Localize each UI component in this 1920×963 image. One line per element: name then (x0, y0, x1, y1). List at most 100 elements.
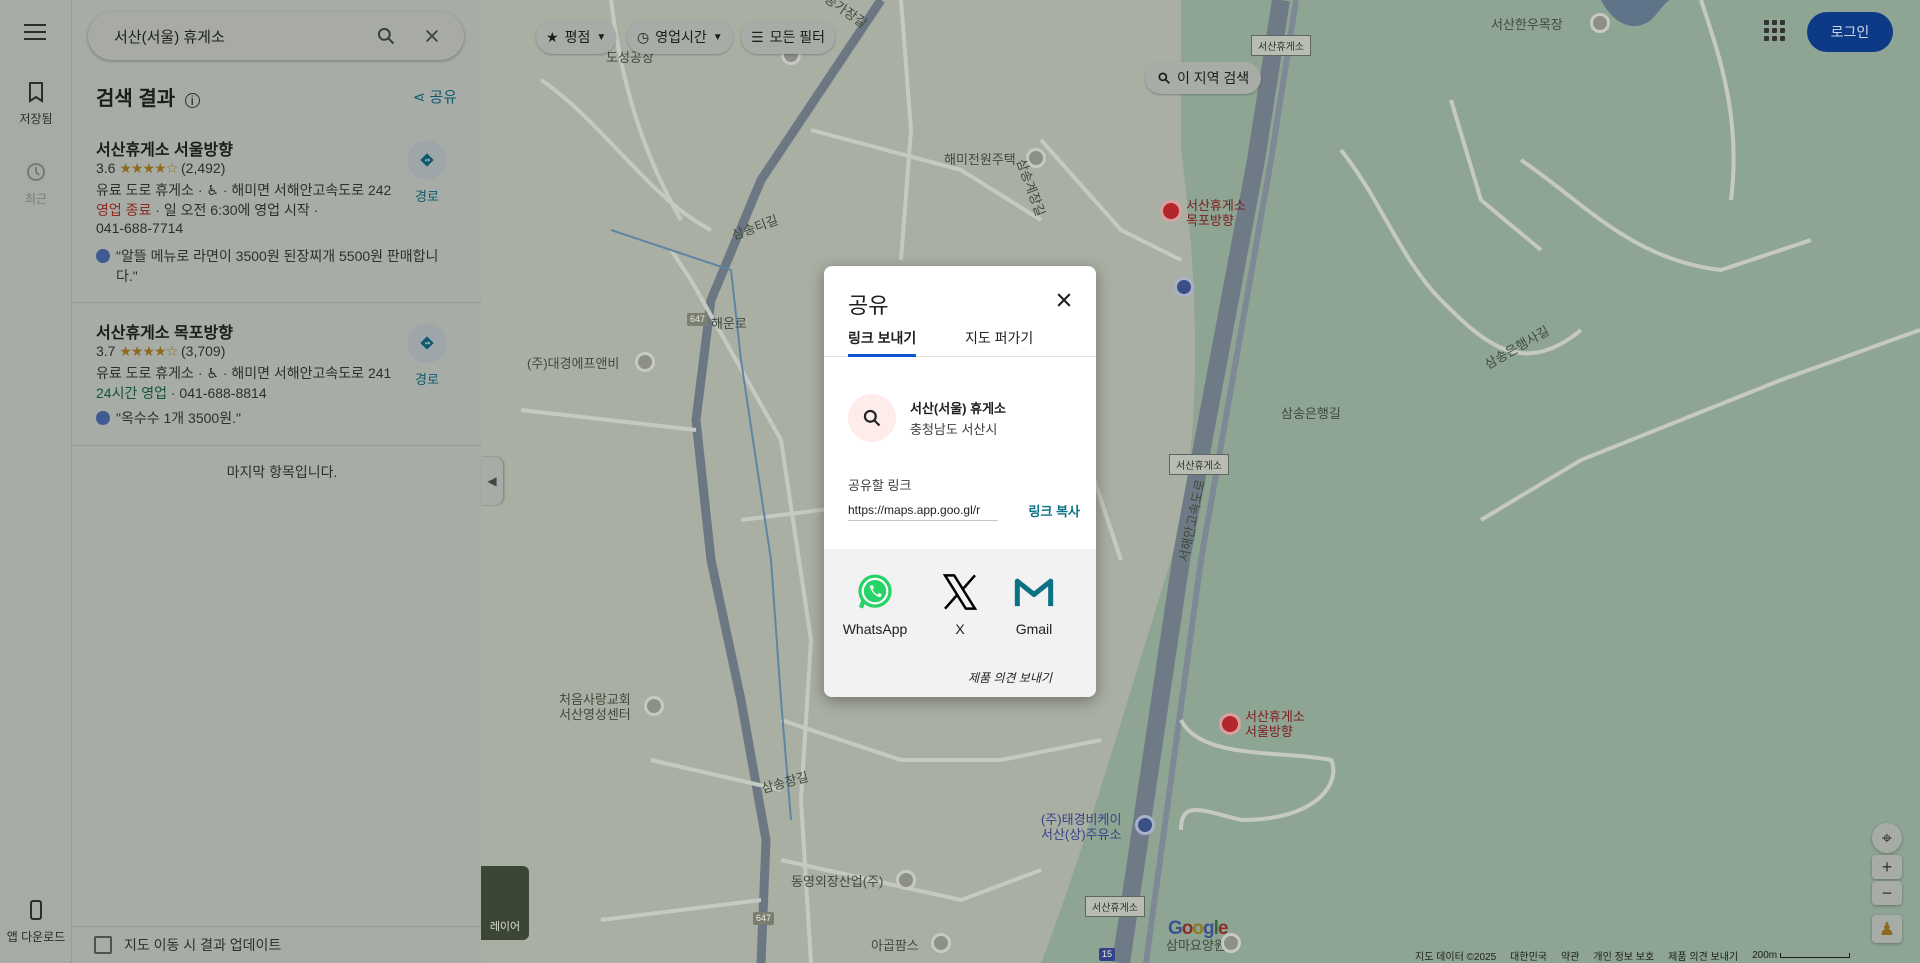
rating-filter-chip[interactable]: ★ 평점 ▼ (536, 20, 617, 54)
map-label-haemi-jeonwon: 해미전원주택 (944, 152, 1016, 167)
update-on-move-row[interactable]: 지도 이동 시 결과 업데이트 (72, 926, 481, 963)
poi-taegyeong[interactable] (1135, 815, 1155, 835)
x-label: X (955, 621, 965, 637)
hours-detail: · 041-688-8814 (166, 385, 267, 401)
pin-rest-seoul[interactable] (1219, 713, 1241, 735)
close-icon (426, 30, 438, 42)
map-label-samma: 삼마요양원 (1166, 938, 1226, 953)
share-results-button[interactable]: ⋖ 공유 (413, 86, 457, 107)
tab-embed-map[interactable]: 지도 퍼가기 (965, 328, 1033, 357)
rail-recent[interactable]: 최근 (0, 160, 72, 207)
footer-feedback[interactable]: 제품 의견 보내기 (1668, 948, 1738, 963)
shared-place-name: 서산(서울) 휴게소 (910, 401, 1006, 416)
bookmark-icon (29, 82, 43, 103)
share-whatsapp-button[interactable]: WhatsApp (840, 569, 910, 637)
layers-button[interactable]: 레이어 (481, 866, 529, 940)
poi-gas-station[interactable] (1174, 277, 1194, 297)
result-item[interactable]: 서산휴게소 서울방향 3.6 ★★★★☆ (2,492) 유료 도로 휴게소 ·… (72, 120, 481, 303)
tune-icon: ☰ (751, 28, 764, 45)
search-this-area-label: 이 지역 검색 (1177, 70, 1250, 86)
zoom-in-button[interactable]: + (1872, 855, 1902, 879)
poi-daegyeong[interactable] (635, 352, 655, 372)
zoom-out-button[interactable]: − (1872, 881, 1902, 905)
poi-dongyeong[interactable] (896, 870, 916, 890)
footer-country[interactable]: 대한민국 (1510, 948, 1547, 963)
result-rating: 3.7 ★★★★☆ (3,709) (96, 343, 225, 360)
hours-filter-chip[interactable]: ◷ 영업시간 ▼ (627, 20, 733, 54)
google-apps-icon[interactable] (1762, 18, 1786, 42)
star-icon: ★ (546, 28, 559, 45)
footer-map-data: 지도 데이터 ©2025 (1415, 952, 1497, 963)
share-link-label: 공유할 링크 (848, 478, 912, 493)
review-text: "옥수수 1개 3500원." (116, 410, 241, 426)
poi-seosan-hanwoo[interactable] (1590, 13, 1610, 33)
review-text: "알뜰 메뉴로 라면이 3500원 된장찌개 5500원 판매합니다." (116, 248, 439, 284)
map-label-rest-mokpo: 서산휴게소 목포방향 (1186, 198, 1246, 228)
rating-value: 3.6 (96, 160, 116, 176)
all-filters-label: 모든 필터 (769, 29, 825, 45)
rail-download-app[interactable]: 앱 다운로드 (0, 898, 72, 945)
avatar (96, 249, 110, 263)
caret-down-icon: ▼ (712, 31, 723, 43)
map-canvas[interactable]: 도성공장 해미전원주택 (주)대경에프앤비 처음사랑교회 서산영성센터 동영외장… (481, 0, 1920, 963)
gmail-icon (1011, 569, 1057, 615)
phone-icon (30, 900, 42, 920)
my-location-button[interactable]: ⌖ (1872, 823, 1902, 853)
dialog-feedback-link[interactable]: 제품 의견 보내기 (968, 669, 1052, 686)
result-hours: 24시간 영업 · 041-688-8814 (96, 383, 267, 403)
update-on-move-checkbox[interactable] (94, 936, 112, 954)
rail-recent-label: 최근 (24, 192, 48, 206)
info-icon[interactable]: i (184, 93, 200, 108)
rail-download-label: 앱 다운로드 (6, 930, 66, 944)
share-results-label: 공유 (429, 89, 457, 106)
minus-icon: − (1881, 882, 1893, 903)
directions-button[interactable]: 경로 (397, 323, 457, 388)
search-input[interactable] (112, 26, 358, 46)
footer-privacy[interactable]: 개인 정보 보호 (1593, 948, 1654, 963)
map-label-dongyeong: 동영외장산업(주) (791, 874, 884, 889)
gmail-label: Gmail (1015, 621, 1053, 637)
share-tabs: 링크 보내기 지도 퍼가기 (824, 328, 1096, 357)
shared-place: 서산(서울) 휴게소 충청남도 서산시 (848, 394, 1006, 442)
share-x-button[interactable]: X (925, 569, 995, 637)
avatar (96, 411, 110, 425)
result-item[interactable]: 서산휴게소 목포방향 3.7 ★★★★☆ (3,709) 유료 도로 휴게소 ·… (72, 303, 481, 446)
map-box-label-south: 서산휴게소 (1085, 896, 1145, 917)
share-link-field[interactable] (848, 500, 998, 521)
menu-icon[interactable] (24, 24, 46, 40)
results-panel: 검색 결과 i ⋖ 공유 서산휴게소 서울방향 3.6 ★★★★☆ (2,492… (72, 0, 481, 963)
dialog-close-button[interactable] (1054, 290, 1074, 310)
rating-stars: ★★★★☆ (119, 343, 178, 359)
poi-first-church[interactable] (644, 696, 664, 716)
review-count: (2,492) (181, 160, 226, 176)
directions-button[interactable]: 경로 (397, 140, 457, 205)
map-label-haeun-ro: 해운로 (711, 316, 747, 331)
login-button[interactable]: 로그인 (1807, 12, 1893, 52)
footer-terms[interactable]: 약관 (1561, 948, 1579, 963)
review-count: (3,709) (181, 343, 226, 359)
left-rail: 저장됨 최근 앱 다운로드 (0, 0, 72, 963)
rail-saved-label: 저장됨 (19, 112, 53, 126)
clock-icon: ◷ (637, 28, 650, 45)
scale-bar[interactable]: 200m (1752, 950, 1850, 961)
rail-saved[interactable]: 저장됨 (0, 80, 72, 127)
pegman-icon: ♟ (1878, 918, 1896, 939)
collapse-panel-button[interactable]: ◀ (481, 457, 503, 505)
poi-agopms[interactable] (931, 933, 951, 953)
search-button[interactable] (368, 18, 404, 54)
search-this-area-button[interactable]: 이 지역 검색 (1145, 62, 1262, 94)
directions-label: 경로 (415, 372, 439, 387)
all-filters-chip[interactable]: ☰ 모든 필터 (741, 20, 835, 54)
share-gmail-button[interactable]: Gmail (999, 569, 1069, 637)
tab-send-link[interactable]: 링크 보내기 (848, 328, 917, 357)
share-dialog: 공유 링크 보내기 지도 퍼가기 서산(서울) 휴게소 충청남도 서산시 공유할… (824, 266, 1096, 697)
result-name[interactable]: 서산휴게소 서울방향 (96, 136, 233, 160)
clear-search-button[interactable] (414, 18, 450, 54)
map-label-samsong-eunhaeng2: 삼송은행길 (1281, 406, 1341, 421)
pegman-button[interactable]: ♟ (1872, 915, 1902, 943)
pin-rest-mokpo[interactable] (1160, 200, 1182, 222)
shared-place-address: 충청남도 서산시 (910, 422, 998, 437)
search-box (88, 12, 464, 60)
copy-link-button[interactable]: 링크 복사 (1029, 501, 1080, 520)
result-name[interactable]: 서산휴게소 목포방향 (96, 319, 233, 343)
